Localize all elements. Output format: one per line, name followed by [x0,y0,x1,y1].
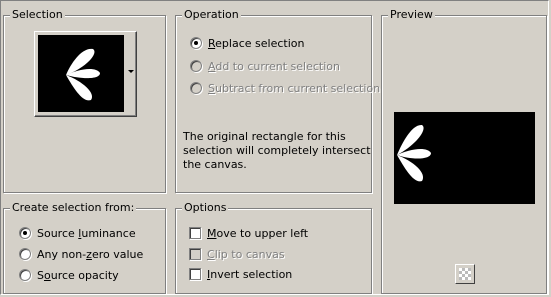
radio-indicator [19,269,31,281]
checkbox-clip-to-canvas: Clip to canvas [189,246,285,262]
options-group-title: Options [182,201,229,215]
checkbox-move-to-upper-left[interactable]: Move to upper left [189,225,308,241]
radio-label: Any non-zero value [37,247,144,261]
radio-label: Subtract from current selection [208,81,381,95]
radio-label: Source luminance [37,226,136,240]
radio-source-opacity[interactable]: Source opacity [19,267,119,283]
checkbox-indicator [189,227,201,239]
transparency-checker-icon [459,268,471,280]
radio-label: Source opacity [37,268,119,282]
radio-indicator [19,248,31,260]
selection-picker-button[interactable] [34,31,137,117]
preview-group-title: Preview [388,8,435,22]
radio-label: Replace selection [208,36,305,50]
checkbox-label: Move to upper left [207,226,309,240]
selection-group-title: Selection [10,8,65,22]
operation-group-title: Operation [182,8,241,22]
checkbox-label: Clip to canvas [207,247,285,261]
radio-indicator [190,37,202,49]
petal-fan-shape-icon [397,124,431,182]
radio-indicator [19,227,31,239]
radio-indicator [190,60,202,72]
operation-info-text: The original rectangle for this selectio… [183,130,371,171]
radio-label: Add to current selection [208,59,340,73]
radio-any-non-zero[interactable]: Any non-zero value [19,246,143,262]
preview-image [394,112,535,204]
radio-subtract-from-selection: Subtract from current selection [190,80,380,96]
checkbox-indicator [189,268,201,280]
checkbox-invert-selection[interactable]: Invert selection [189,266,292,282]
checkbox-label: Invert selection [207,267,293,281]
radio-add-to-selection: Add to current selection [190,58,340,74]
radio-replace-selection[interactable]: Replace selection [190,35,304,51]
radio-source-luminance[interactable]: Source luminance [19,225,136,241]
chevron-down-icon [128,70,134,73]
preview-transparency-button[interactable] [455,264,475,284]
radio-indicator [190,82,202,94]
checkbox-indicator [189,248,201,260]
petal-fan-shape-icon [66,48,100,101]
create-from-group-title: Create selection from: [10,201,137,215]
selection-thumbnail [38,35,124,112]
